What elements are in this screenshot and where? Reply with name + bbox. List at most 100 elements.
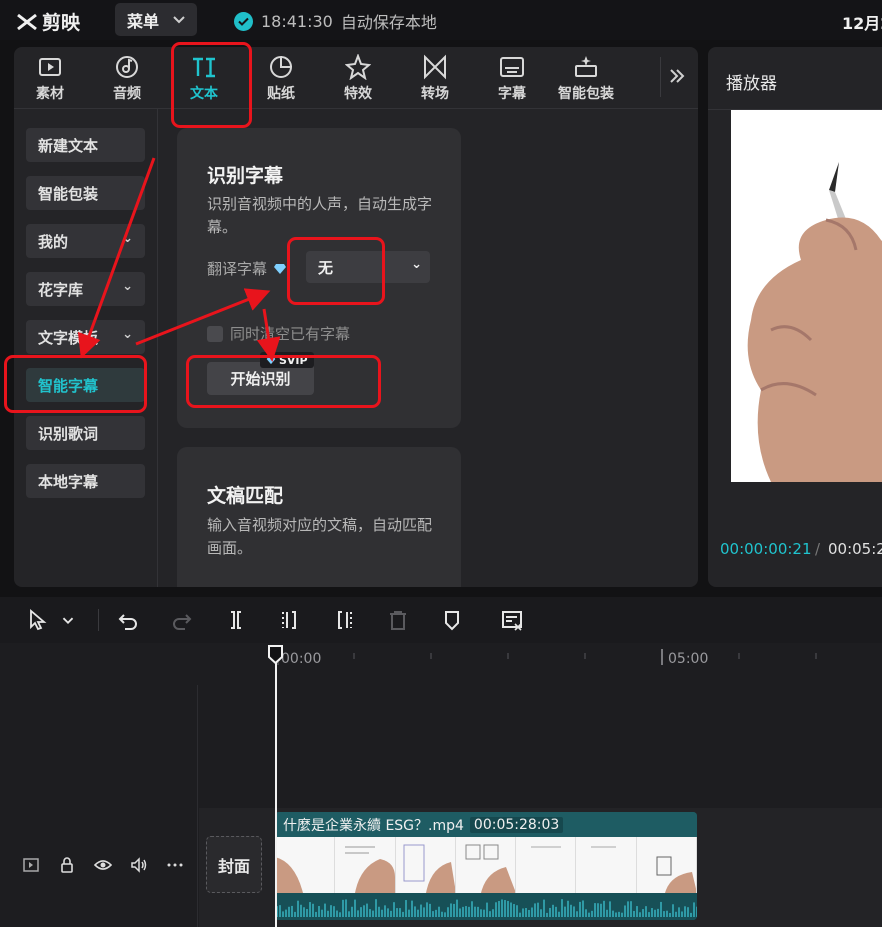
waveform-bar [342,899,344,917]
video-preview[interactable] [731,110,882,482]
waveform-bar [387,908,389,917]
time-ruler[interactable]: 00:00 05:00 [0,643,882,669]
sidebar-item-smart-pack[interactable]: 智能包装 [26,176,145,210]
chevron-down-icon: ⌄ [122,231,133,246]
waveform-bar [414,906,416,917]
waveform-bar [540,909,542,917]
marker-button[interactable] [438,606,466,634]
video-clip[interactable]: 什麼是企業永續 ESG？.mp4 00:05:28:03 [275,812,697,920]
undo-button[interactable] [114,606,142,634]
clip-thumbnail [275,837,336,893]
tab-sticker[interactable]: 贴纸 [245,47,317,109]
chevron-down-icon: ⌄ [122,327,133,342]
tab-label: 转场 [421,85,449,102]
current-timecode: 00:00:00:21 [720,540,812,558]
waveform-bar [420,904,422,917]
waveform-bar [564,906,566,917]
timeline-toolbar [0,597,882,643]
waveform-bar [582,900,584,917]
menu-button[interactable]: 菜单 [115,3,197,36]
sidebar-item-text-template[interactable]: 文字模板 ⌄ [26,320,145,354]
waveform-bar [525,907,527,917]
chevron-down-icon [62,617,74,625]
waveform-bar [645,906,647,917]
waveform-bar [651,908,653,917]
waveform-bar [591,910,593,917]
playhead-handle[interactable] [268,645,283,664]
waveform-bar [375,899,377,917]
redo-button[interactable] [168,606,196,634]
tab-effects[interactable]: 特效 [322,47,394,109]
cover-button[interactable]: 封面 [206,836,262,893]
lock-icon[interactable] [58,856,76,874]
waveform-bar [522,908,524,917]
app-logo: 剪映 [16,8,80,35]
track-video-icon[interactable] [22,856,40,874]
waveform-bar [453,903,455,917]
double-chevron-right-icon [670,69,685,83]
waveform-bar [339,912,341,917]
waveform-bar [597,903,599,917]
split-button[interactable] [222,606,250,634]
tab-media[interactable]: 素材 [14,47,86,109]
sidebar-item-label: 智能包装 [38,184,99,203]
sidebar-item-local-subtitle[interactable]: 本地字幕 [26,464,145,498]
waveform-bar [501,899,503,917]
capcut-logo-icon [17,13,37,30]
delete-left-button[interactable] [276,606,304,634]
sidebar-item-fancy-text[interactable]: 花字库 ⌄ [26,272,145,306]
waveform-bar [444,912,446,917]
waveform-bar [543,899,545,917]
waveform-bar [327,910,329,917]
tab-transition[interactable]: 转场 [399,47,471,109]
playhead[interactable] [275,647,277,927]
annotation-box-smart-subtitle [4,355,147,413]
clear-existing-row[interactable]: 同时清空已有字幕 [207,323,350,344]
waveform-bar [465,906,467,917]
waveform-bar [369,909,371,917]
select-mode-dropdown[interactable] [58,606,78,634]
waveform-bar [675,911,677,917]
waveform-bar [351,906,353,917]
audio-icon [116,55,138,78]
waveform-bar [471,901,473,917]
tab-label: 特效 [344,85,372,102]
clip-thumbnail [335,837,396,893]
clip-thumbnail [516,837,577,893]
waveform-bar [504,900,506,917]
waveform-bar [423,907,425,917]
auto-caption-button[interactable] [498,606,526,634]
waveform-bar [321,909,323,917]
waveform-bar [603,900,605,917]
eye-icon[interactable] [94,856,112,874]
waveform-bar [567,900,569,917]
delete-right-button[interactable] [330,606,358,634]
waveform-bar [441,911,443,917]
select-tool-button[interactable] [24,606,52,634]
waveform-bar [432,911,434,917]
sidebar-item-new-text[interactable]: 新建文本 [26,128,145,162]
waveform-bar [360,907,362,917]
waveform-bar [318,906,320,917]
waveform-bar [456,899,458,917]
waveform-bar [684,906,686,917]
volume-icon[interactable] [130,856,148,874]
waveform-bar [309,902,311,917]
more-options-icon[interactable] [166,856,184,874]
waveform-bar [519,912,521,917]
waveform-bar [552,904,554,917]
effects-icon [345,53,371,80]
delete-button[interactable] [384,606,412,634]
tab-audio[interactable]: 音频 [91,47,163,109]
sidebar-item-lyrics[interactable]: 识别歌词 [26,416,145,450]
more-tabs-button[interactable] [669,65,685,89]
sidebar-item-mine[interactable]: 我的 ⌄ [26,224,145,258]
waveform-bar [288,906,290,917]
waveform-bar [669,912,671,917]
tab-subtitle[interactable]: 字幕 [476,47,548,109]
card-title: 文稿匹配 [207,485,284,507]
clear-existing-checkbox[interactable] [207,325,223,342]
translate-label: 翻译字幕 [207,260,268,278]
tab-divider [660,57,661,97]
tab-smart-pack[interactable]: 智能包装 [550,47,622,109]
